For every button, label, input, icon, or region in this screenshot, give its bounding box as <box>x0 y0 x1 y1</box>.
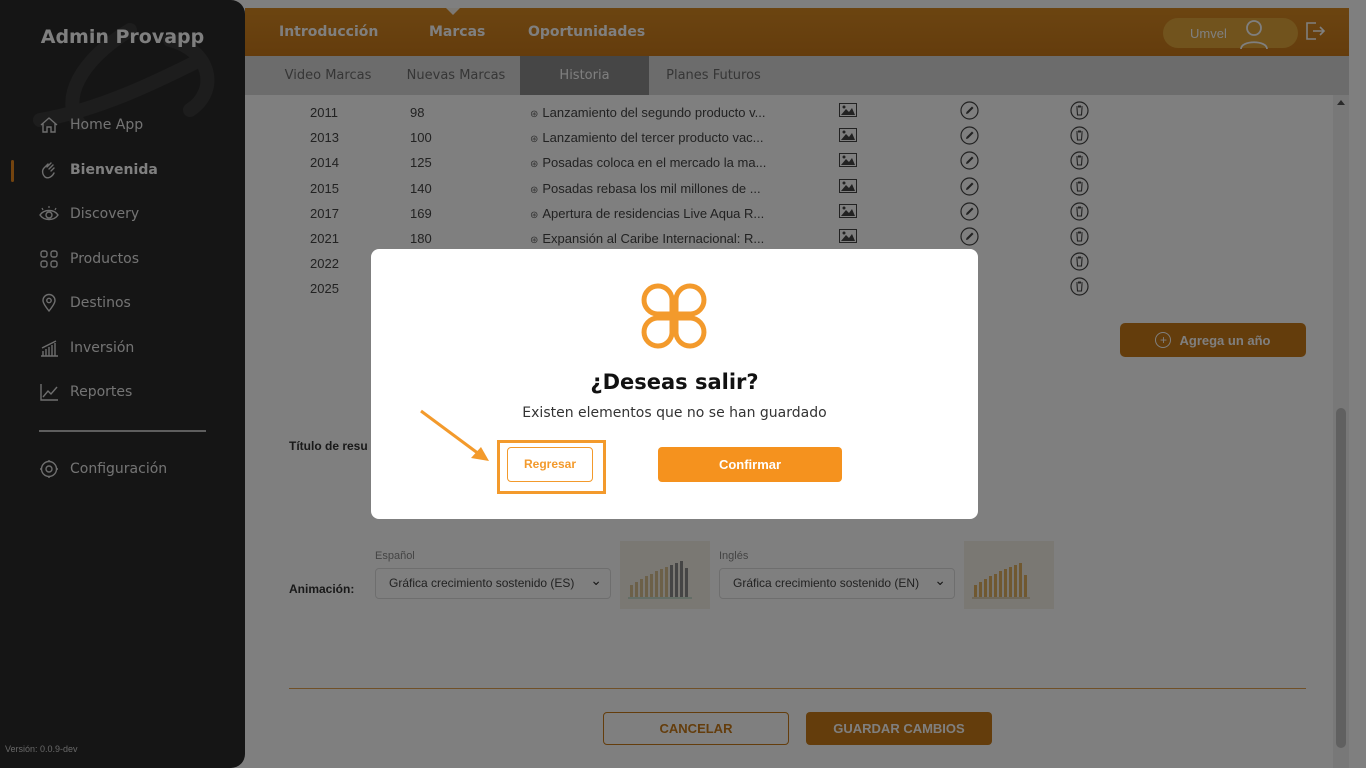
confirm-button[interactable]: Confirmar <box>658 447 842 482</box>
back-button[interactable]: Regresar <box>507 447 593 482</box>
dialog-title: ¿Deseas salir? <box>590 370 759 394</box>
exit-confirm-dialog: ¿Deseas salir? Existen elementos que no … <box>371 249 978 519</box>
pointer-arrow-icon <box>420 409 489 461</box>
clover-logo-icon <box>641 283 707 349</box>
